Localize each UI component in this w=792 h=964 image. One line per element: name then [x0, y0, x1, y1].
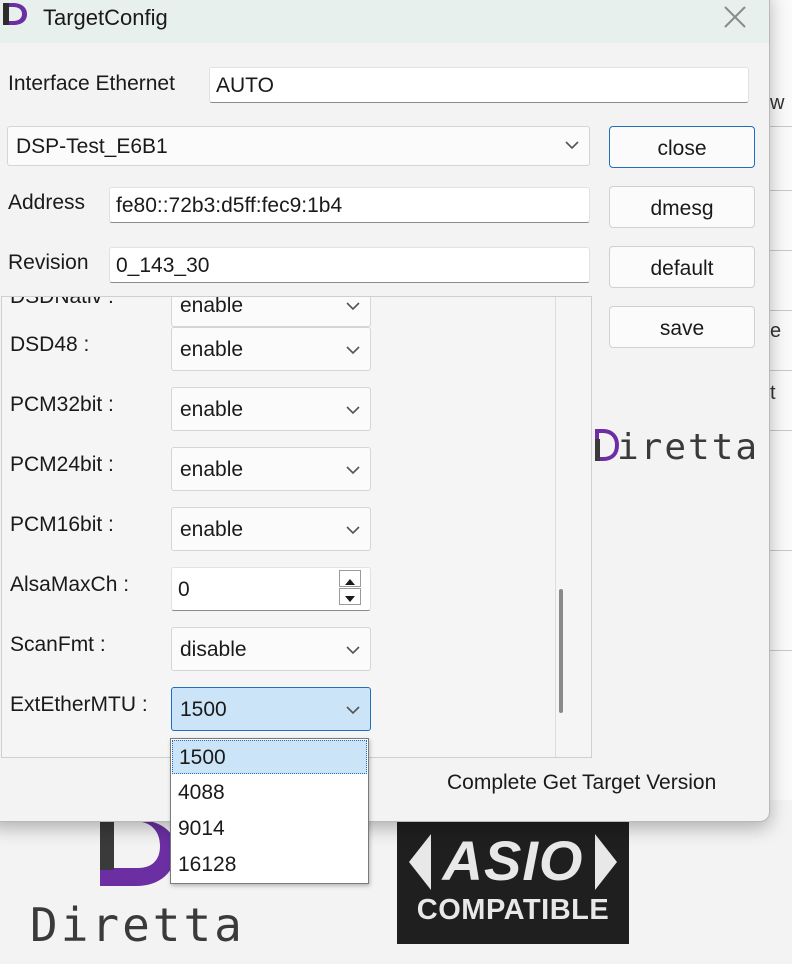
setting-label: PCM24bit :	[10, 453, 114, 476]
dropdown-option[interactable]: 1500	[172, 740, 367, 774]
asio-badge-subtitle: COMPATIBLE	[416, 894, 610, 926]
stepper-value: 0	[178, 578, 190, 601]
diretta-logo-mark	[100, 820, 176, 886]
revision-field[interactable]: 0_143_30	[109, 247, 590, 283]
setting-value: enable	[180, 458, 244, 481]
target-select-value: DSP-Test_E6B1	[16, 135, 168, 158]
status-text: Complete Get Target Version	[447, 771, 717, 794]
address-field[interactable]: fe80::72b3:d5ff:fec9:1b4	[109, 187, 590, 223]
dropdown-option[interactable]: 4088	[172, 776, 367, 810]
setting-label: PCM16bit :	[10, 513, 114, 536]
chevron-down-icon	[346, 346, 360, 355]
dmesg-button[interactable]: dmesg	[609, 186, 755, 228]
dropdown-option[interactable]: 9014	[172, 812, 367, 846]
setting-select[interactable]: enable	[171, 507, 371, 551]
diretta-brand-mark	[595, 429, 619, 461]
setting-label: PCM32bit :	[10, 393, 114, 416]
setting-select[interactable]: enable	[171, 296, 371, 327]
setting-value: 1500	[180, 698, 227, 721]
setting-label: ScanFmt :	[10, 633, 106, 656]
stepper-up-button[interactable]	[339, 570, 361, 587]
interface-ethernet-label: Interface Ethernet	[8, 72, 175, 95]
interface-ethernet-field[interactable]: AUTO	[209, 67, 749, 103]
chevron-down-icon	[565, 141, 579, 150]
asio-compatible-badge: ASIO COMPATIBLE	[397, 820, 629, 944]
panel-divider	[555, 297, 556, 757]
setting-value: disable	[180, 638, 247, 661]
mtu-dropdown-list[interactable]: 1500 4088 9014 16128	[170, 738, 369, 884]
alsa-max-ch-stepper[interactable]: 0	[171, 567, 371, 611]
setting-value: enable	[180, 296, 244, 317]
address-label: Address	[8, 191, 86, 214]
target-config-window: TargetConfig Interface Ethernet AUTO DSP…	[0, 0, 770, 822]
setting-label: ExtEtherMTU :	[10, 693, 148, 716]
stepper-down-button[interactable]	[339, 588, 361, 605]
setting-value: enable	[180, 518, 244, 541]
window-title: TargetConfig	[43, 5, 168, 30]
background-text-fragment: w	[770, 92, 785, 114]
triangle-down-icon	[345, 596, 355, 602]
setting-value: enable	[180, 398, 244, 421]
background-text-fragment: t	[770, 382, 776, 404]
setting-label: DSDNativ :	[10, 296, 114, 308]
title-bar[interactable]: TargetConfig	[0, 0, 769, 43]
chevron-down-icon	[346, 646, 360, 655]
ext-ether-mtu-select[interactable]: 1500	[171, 687, 371, 731]
setting-select[interactable]: enable	[171, 387, 371, 431]
default-button[interactable]: default	[609, 246, 755, 288]
dropdown-option[interactable]: 16128	[172, 848, 367, 882]
save-button[interactable]: save	[609, 306, 755, 348]
close-button[interactable]: close	[609, 126, 755, 168]
setting-select[interactable]: enable	[171, 447, 371, 491]
chevron-down-icon	[346, 466, 360, 475]
vertical-scrollbar[interactable]	[559, 589, 563, 713]
close-icon[interactable]	[721, 3, 749, 31]
asio-badge-title: ASIO	[442, 829, 584, 892]
target-select[interactable]: DSP-Test_E6B1	[7, 126, 590, 166]
chevron-down-icon	[346, 526, 360, 535]
revision-label: Revision	[8, 251, 89, 274]
setting-label: DSD48 :	[10, 333, 90, 356]
chevron-down-icon	[346, 302, 360, 311]
chevron-down-icon	[346, 406, 360, 415]
diretta-brand-text: iretta	[617, 427, 758, 468]
setting-value: enable	[180, 338, 244, 361]
setting-label: AlsaMaxCh :	[10, 573, 130, 596]
triangle-up-icon	[345, 579, 355, 585]
setting-select[interactable]: disable	[171, 627, 371, 671]
chevron-down-icon	[346, 706, 360, 715]
diretta-logo-text: Diretta	[30, 898, 245, 952]
setting-select[interactable]: enable	[171, 327, 371, 371]
background-text-fragment: e	[770, 320, 782, 342]
app-icon	[3, 3, 27, 25]
settings-scroll-panel[interactable]: DSDNativ : enable DSD48 : enable PCM32bi…	[1, 296, 592, 758]
